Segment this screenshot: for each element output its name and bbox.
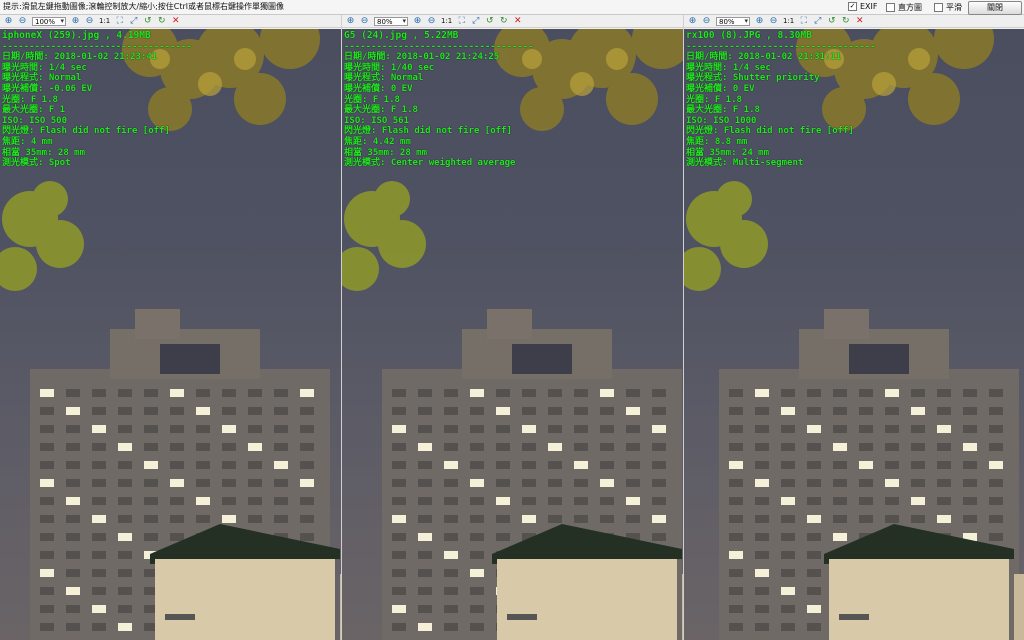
exif-line: 相當 35mm: 28 mm	[2, 147, 86, 158]
zoom-select[interactable]: 80%	[374, 16, 408, 26]
zoom-out-icon[interactable]: ⊖	[18, 16, 27, 26]
exif-divider: -----------------------------------	[344, 41, 534, 52]
histogram-checkbox[interactable]: 直方圖	[886, 2, 922, 13]
exif-line: 曝光時間: 1/4 sec	[686, 62, 771, 73]
fullscreen-icon[interactable]: ⤢	[129, 16, 138, 26]
exif-line: 閃光燈: Flash did not fire [off]	[2, 126, 170, 137]
image-pane-3[interactable]: ⊕ ⊖ 80% ⊕ ⊖ 1:1 ⛶ ⤢ ↺ ↻ ✕ rx100 (8).JPG , 8.30MB---…	[684, 15, 1024, 640]
exif-line: 相當 35mm: 24 mm	[686, 147, 770, 158]
pane-toolbar: ⊕ ⊖ 80% ⊕ ⊖ 1:1 ⛶ ⤢ ↺ ↻ ✕	[684, 15, 1024, 28]
fullscreen-icon[interactable]: ⤢	[813, 16, 822, 26]
exif-line: 日期/時間: 2018-01-02 21:24:25	[344, 52, 500, 63]
exif-line: 日期/時間: 2018-01-02 21:31:11	[686, 52, 842, 63]
exif-overlay: G5 (24).jpg , 5.22MB --------------------…	[344, 30, 534, 169]
zoom-in-icon[interactable]: ⊕	[4, 16, 13, 26]
exif-line: 焦距: 8.8 mm	[686, 136, 748, 147]
file-title: rx100 (8).JPG , 8.30MB	[686, 30, 812, 41]
hint-text: 提示:滑鼠左鍵拖動圖像;滾輪控制放大/縮小;按住Ctrl或者鼠標右鍵操作單獨圖像	[3, 2, 285, 11]
exif-line: ISO: ISO 561	[344, 115, 410, 126]
delete-icon[interactable]: ✕	[171, 16, 180, 26]
exif-divider: -----------------------------------	[686, 41, 876, 52]
file-title: iphoneX (259).jpg , 4.19MB	[2, 30, 151, 41]
delete-icon[interactable]: ✕	[513, 16, 522, 26]
zoom-out-icon[interactable]: ⊖	[702, 16, 711, 26]
exif-line: ISO: ISO 1000	[686, 115, 757, 126]
rotate-left-icon[interactable]: ↺	[827, 16, 836, 26]
rotate-right-icon[interactable]: ↻	[841, 16, 850, 26]
image-pane-1[interactable]: ⊕ ⊖ 100% ⊕ ⊖ 1:1 ⛶ ⤢ ↺ ↻ ✕ iphoneX (259).jpg , 4.19…	[0, 15, 341, 640]
fit-window-icon[interactable]: ⛶	[115, 16, 124, 26]
one-to-one-button[interactable]: 1:1	[99, 17, 110, 25]
histogram-check-box[interactable]	[886, 3, 895, 12]
one-to-one-button[interactable]: 1:1	[441, 17, 452, 25]
zoom-select[interactable]: 100%	[32, 16, 66, 26]
zoom-in-icon[interactable]: ⊕	[688, 16, 697, 26]
fit-window-icon[interactable]: ⛶	[799, 16, 808, 26]
exif-line: 曝光程式: Normal	[2, 73, 82, 84]
exif-line: 焦距: 4 mm	[2, 136, 53, 147]
exif-line: 閃光燈: Flash did not fire [off]	[344, 126, 512, 137]
top-bar: 提示:滑鼠左鍵拖動圖像;滾輪控制放大/縮小;按住Ctrl或者鼠標右鍵操作單獨圖像…	[0, 0, 1024, 15]
exif-line: 曝光補償: 0 EV	[344, 83, 413, 94]
exif-line: ISO: ISO 500	[2, 115, 68, 126]
rotate-right-icon[interactable]: ↻	[157, 16, 166, 26]
exif-line: 曝光程式: Shutter priority	[686, 73, 820, 84]
one-to-one-button[interactable]: 1:1	[783, 17, 794, 25]
exif-line: 日期/時間: 2018-01-02 21:23:41	[2, 52, 158, 63]
smooth-checkbox[interactable]: 平滑	[934, 2, 962, 13]
exif-line: 曝光程式: Normal	[344, 73, 424, 84]
file-title: G5 (24).jpg , 5.22MB	[344, 30, 459, 41]
exif-line: 最大光圈: F 1.8	[344, 105, 418, 116]
fullscreen-icon[interactable]: ⤢	[471, 16, 480, 26]
exif-line: 最大光圈: F 1.8	[686, 105, 760, 116]
exif-line: 最大光圈: F 1	[2, 105, 66, 116]
zoom-select[interactable]: 80%	[716, 16, 750, 26]
zoom-out-icon-2[interactable]: ⊖	[85, 16, 94, 26]
smooth-label: 平滑	[946, 3, 962, 12]
exif-overlay: iphoneX (259).jpg , 4.19MB --------------…	[2, 30, 192, 169]
exif-line: 曝光時間: 1/4 sec	[2, 62, 87, 73]
zoom-out-icon-2[interactable]: ⊖	[427, 16, 436, 26]
exif-line: 測光模式: Spot	[2, 158, 71, 169]
exif-line: 曝光時間: 1/40 sec	[344, 62, 435, 73]
zoom-out-icon-2[interactable]: ⊖	[769, 16, 778, 26]
histogram-label: 直方圖	[898, 3, 922, 12]
rotate-right-icon[interactable]: ↻	[499, 16, 508, 26]
exif-line: 光圈: F 1.8	[2, 94, 58, 105]
exif-line: 曝光補償: 0 EV	[686, 83, 755, 94]
image-pane-2[interactable]: ⊕ ⊖ 80% ⊕ ⊖ 1:1 ⛶ ⤢ ↺ ↻ ✕ G5 (24).jpg , 5.22MB-----…	[342, 15, 683, 640]
exif-line: 光圈: F 1.8	[344, 94, 400, 105]
exif-line: 光圈: F 1.8	[686, 94, 742, 105]
exif-label: EXIF	[860, 2, 878, 11]
photo-view[interactable]: rx100 (8).JPG , 8.30MB ------------------…	[684, 29, 1024, 640]
pane-toolbar: ⊕ ⊖ 100% ⊕ ⊖ 1:1 ⛶ ⤢ ↺ ↻ ✕	[0, 15, 341, 28]
zoom-in-icon-2[interactable]: ⊕	[413, 16, 422, 26]
zoom-in-icon-2[interactable]: ⊕	[71, 16, 80, 26]
exif-divider: -----------------------------------	[2, 41, 192, 52]
exif-line: 測光模式: Multi-segment	[686, 158, 804, 169]
close-button[interactable]: 關閉	[968, 1, 1022, 15]
rotate-left-icon[interactable]: ↺	[143, 16, 152, 26]
fit-window-icon[interactable]: ⛶	[457, 16, 466, 26]
photo-view[interactable]: iphoneX (259).jpg , 4.19MB --------------…	[0, 29, 341, 640]
exif-line: 曝光補償: -0.06 EV	[2, 83, 93, 94]
exif-checkbox[interactable]: ✓ EXIF	[848, 2, 878, 11]
exif-line: 閃光燈: Flash did not fire [off]	[686, 126, 854, 137]
zoom-in-icon[interactable]: ⊕	[346, 16, 355, 26]
zoom-in-icon-2[interactable]: ⊕	[755, 16, 764, 26]
exif-line: 相當 35mm: 28 mm	[344, 147, 428, 158]
smooth-check-box[interactable]	[934, 3, 943, 12]
exif-line: 測光模式: Center weighted average	[344, 158, 516, 169]
zoom-out-icon[interactable]: ⊖	[360, 16, 369, 26]
photo-view[interactable]: G5 (24).jpg , 5.22MB --------------------…	[342, 29, 683, 640]
pane-toolbar: ⊕ ⊖ 80% ⊕ ⊖ 1:1 ⛶ ⤢ ↺ ↻ ✕	[342, 15, 683, 28]
exif-overlay: rx100 (8).JPG , 8.30MB ------------------…	[686, 30, 876, 169]
rotate-left-icon[interactable]: ↺	[485, 16, 494, 26]
exif-line: 焦距: 4.42 mm	[344, 136, 411, 147]
delete-icon[interactable]: ✕	[855, 16, 864, 26]
exif-check-box[interactable]: ✓	[848, 2, 857, 11]
